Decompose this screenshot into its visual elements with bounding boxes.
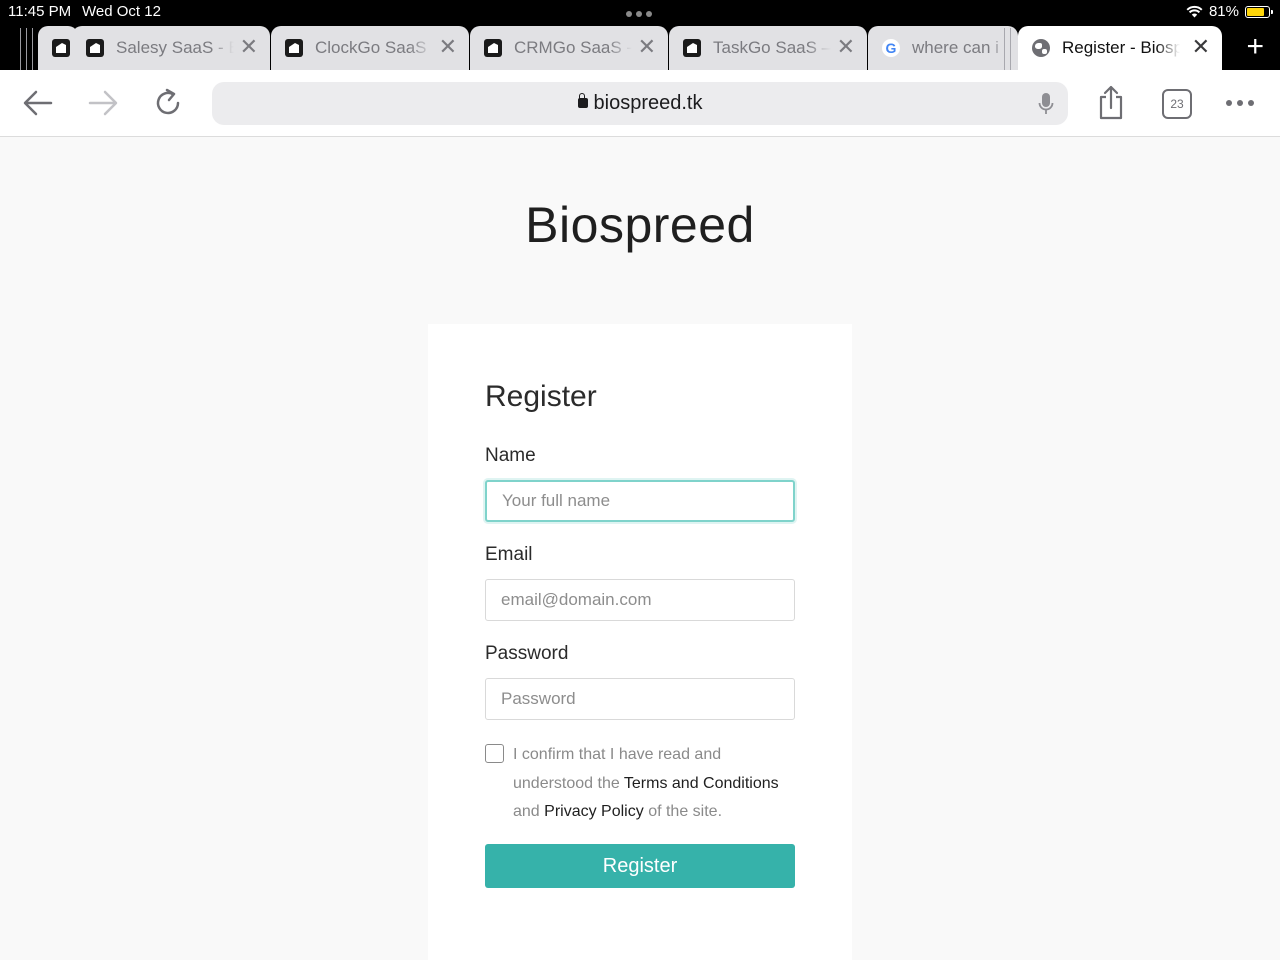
form-title: Register: [485, 380, 597, 413]
password-field[interactable]: [485, 678, 795, 720]
tab-clockgo[interactable]: ClockGo SaaS ✕: [271, 26, 469, 70]
tab-title: Register - Biospreed: [1062, 38, 1180, 57]
status-right: 81%: [1186, 3, 1273, 20]
status-bar: 11:45 PM Wed Oct 12 81%: [0, 0, 1280, 24]
tab-stack-edge: [32, 28, 36, 70]
consent-suffix: of the site.: [648, 803, 723, 820]
password-label: Password: [485, 643, 569, 664]
privacy-link[interactable]: Privacy Policy: [544, 803, 644, 820]
tab-register-active[interactable]: Register - Biospreed ✕: [1018, 26, 1222, 70]
forward-arrow-icon[interactable]: [86, 86, 120, 120]
tab-title: Salesy SaaS - B: [116, 38, 234, 57]
globe-icon: [1032, 39, 1050, 57]
tab-google-search[interactable]: G where can i: [868, 26, 1018, 70]
name-field[interactable]: [485, 480, 795, 522]
tab-title: ClockGo SaaS: [315, 38, 427, 57]
google-icon: G: [882, 39, 900, 57]
tab-stack-edge: [26, 28, 30, 70]
app-logo-icon: [484, 39, 502, 57]
address-bar[interactable]: biospreed.tk: [212, 82, 1068, 125]
tab-taskgo[interactable]: TaskGo SaaS – ✕: [669, 26, 867, 70]
url-display[interactable]: biospreed.tk: [212, 92, 1068, 115]
close-tab-icon[interactable]: ✕: [638, 36, 656, 58]
tab-title: where can i: [912, 38, 999, 57]
status-date: Wed Oct 12: [82, 3, 161, 20]
status-time: 11:45 PM: [8, 3, 72, 20]
tab-title: CRMGo SaaS -: [514, 38, 632, 57]
wifi-icon: [1186, 5, 1203, 18]
email-label: Email: [485, 544, 533, 565]
register-card: Register Name Email Password I confirm t…: [428, 324, 852, 960]
back-arrow-icon[interactable]: [21, 86, 55, 120]
tab-stack-edge: [1010, 28, 1014, 70]
terms-link[interactable]: Terms and Conditions: [624, 775, 779, 792]
email-field[interactable]: [485, 579, 795, 621]
lock-icon: [577, 93, 588, 108]
site-brand-title: Biospreed: [525, 197, 755, 253]
multitasking-dots-icon[interactable]: [626, 11, 652, 17]
consent-text: I confirm that I have read and understoo…: [513, 741, 803, 827]
more-options-icon[interactable]: [1226, 100, 1254, 106]
app-logo-icon: [683, 39, 701, 57]
close-tab-icon[interactable]: ✕: [837, 36, 855, 58]
share-icon[interactable]: [1095, 84, 1127, 120]
register-button[interactable]: Register: [485, 844, 795, 888]
tab-salesy[interactable]: Salesy SaaS - B ✕: [72, 26, 270, 70]
microphone-icon[interactable]: [1038, 92, 1054, 116]
app-logo-icon: [86, 39, 104, 57]
tab-stack-edge: [20, 28, 24, 70]
url-text: biospreed.tk: [593, 92, 703, 114]
browser-toolbar: biospreed.tk 23: [0, 70, 1280, 137]
reload-icon[interactable]: [151, 86, 185, 120]
close-tab-icon[interactable]: ✕: [240, 36, 258, 58]
consent-middle: and: [513, 803, 540, 820]
app-logo-icon: [285, 39, 303, 57]
name-label: Name: [485, 445, 536, 466]
tab-stack-edge: [1004, 28, 1008, 70]
tab-title: TaskGo SaaS –: [713, 38, 831, 57]
tab-count-button[interactable]: 23: [1162, 89, 1192, 119]
tab-strip: Salesy SaaS - B ✕ ClockGo SaaS ✕ CRMGo S…: [0, 24, 1280, 70]
app-logo-icon: [52, 39, 70, 57]
close-tab-icon[interactable]: ✕: [439, 36, 457, 58]
battery-percent: 81%: [1208, 3, 1239, 20]
consent-checkbox[interactable]: [485, 744, 504, 763]
tab-crmgo[interactable]: CRMGo SaaS - ✕: [470, 26, 668, 70]
battery-icon: [1245, 5, 1273, 18]
new-tab-plus-icon[interactable]: +: [1246, 32, 1264, 62]
close-tab-icon[interactable]: ✕: [1192, 36, 1210, 58]
